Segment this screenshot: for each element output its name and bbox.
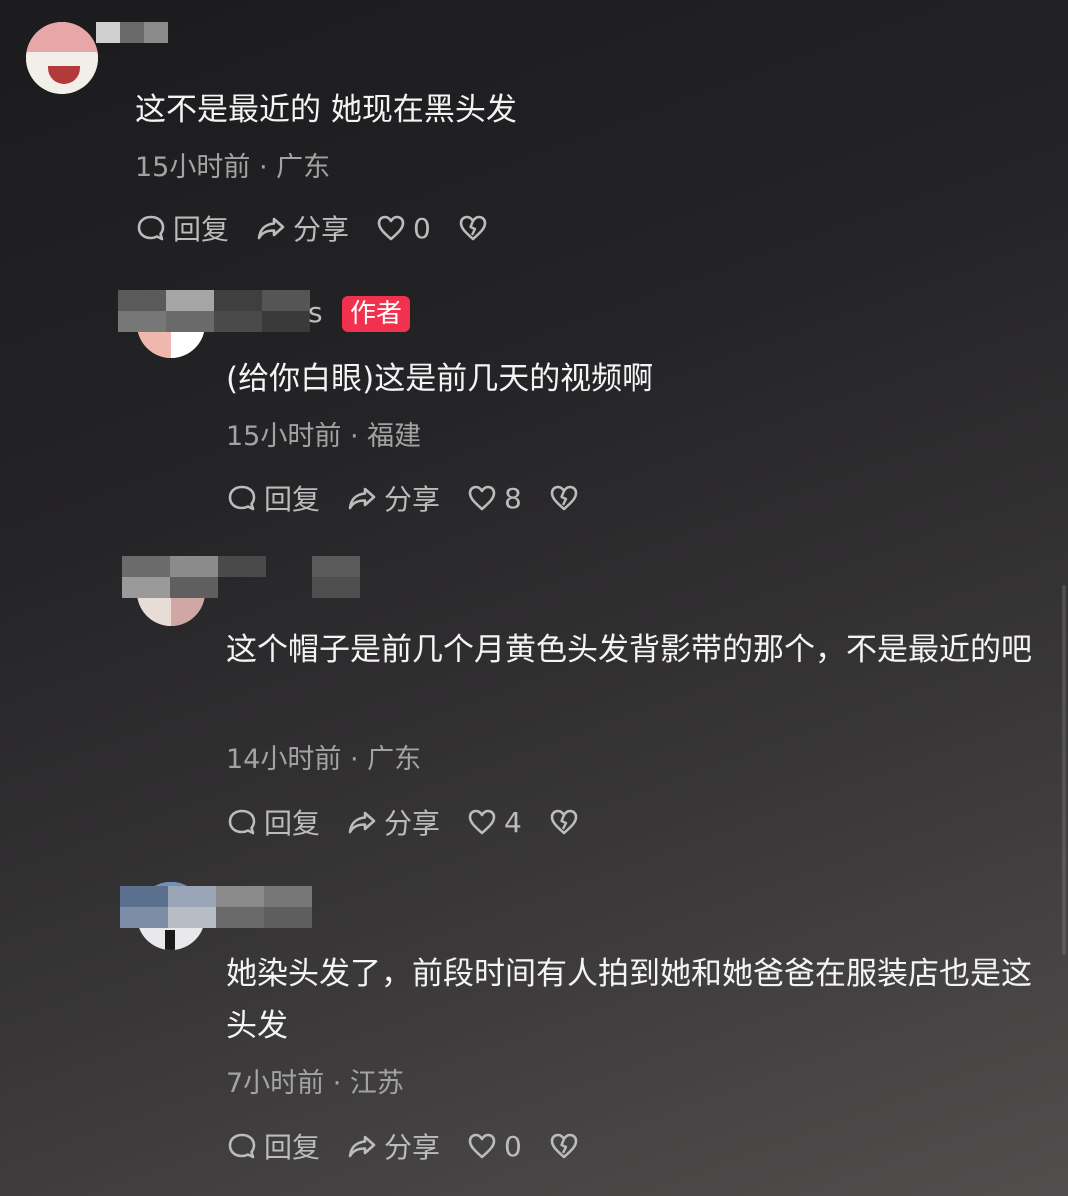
broken-heart-icon [459, 215, 487, 241]
username-pixel [122, 556, 170, 577]
share-button[interactable]: 分享 [346, 478, 440, 518]
heart-icon [468, 1133, 496, 1159]
author-badge: 作者 [342, 296, 411, 332]
share-label: 分享 [384, 1131, 441, 1164]
reply-button[interactable]: 回复 [226, 1126, 320, 1166]
like-count: 4 [504, 805, 522, 839]
username-pixel [120, 907, 168, 928]
broken-heart-icon [550, 1133, 578, 1159]
comment-actions: 回复 分享 8 [226, 478, 612, 518]
share-label: 分享 [384, 483, 441, 516]
username-pixel [166, 290, 214, 311]
reply-button[interactable]: 回复 [226, 478, 320, 518]
username-pixel [120, 886, 168, 907]
dislike-button[interactable] [457, 212, 495, 244]
comment-bubble-icon [228, 809, 256, 835]
share-button[interactable]: 分享 [346, 1126, 440, 1166]
comment-text: (给你白眼)这是前几天的视频啊 [226, 361, 654, 397]
reply-label: 回复 [173, 213, 230, 246]
like-count: 0 [504, 1129, 522, 1163]
comment-meta: 15小时前 · 福建 [226, 421, 422, 452]
like-button[interactable]: 8 [466, 482, 522, 515]
username-pixel [216, 886, 264, 907]
comment-actions: 回复 分享 0 [226, 1126, 612, 1166]
comment-bubble-icon [228, 485, 256, 511]
username-pixel [166, 311, 214, 332]
username-blurred[interactable] [122, 556, 362, 598]
username-pixel [122, 577, 170, 598]
share-arrow-icon [348, 487, 376, 510]
username-pixel [218, 556, 266, 577]
share-button[interactable]: 分享 [346, 802, 440, 842]
like-count: 0 [413, 211, 431, 245]
username-pixel [120, 22, 144, 43]
share-arrow-icon [257, 217, 285, 240]
dislike-button[interactable] [548, 482, 586, 514]
username-pixel [168, 886, 216, 907]
username-pixel [96, 22, 120, 43]
share-label: 分享 [293, 213, 350, 246]
username-pixel [214, 311, 262, 332]
comment-meta: 15小时前 · 广东 [135, 152, 331, 183]
share-button[interactable]: 分享 [255, 208, 349, 248]
username-pixel [264, 886, 312, 907]
username-blurred[interactable] [120, 886, 360, 928]
comment-text: 她染头发了，前段时间有人拍到她和她爸爸在服装店也是这头发 [226, 956, 1032, 1044]
username-pixel [170, 577, 218, 598]
comment-meta: 7小时前 · 江苏 [226, 1068, 404, 1099]
like-count: 8 [504, 481, 522, 515]
username-pixel [144, 22, 168, 43]
avatar[interactable] [26, 22, 98, 94]
comment-bubble-icon [137, 215, 165, 241]
username-pixel [262, 290, 310, 311]
comment-meta: 14小时前 · 广东 [226, 744, 422, 775]
reply-label: 回复 [264, 1131, 321, 1164]
username-pixel [170, 556, 218, 577]
broken-heart-icon [550, 809, 578, 835]
comment-bubble-icon [228, 1133, 256, 1159]
scrollbar[interactable] [1062, 585, 1066, 955]
share-label: 分享 [384, 807, 441, 840]
username-pixel [216, 907, 264, 928]
heart-icon [468, 485, 496, 511]
dislike-button[interactable] [548, 806, 586, 838]
comment-actions: 回复 分享 4 [226, 802, 612, 842]
avatar-pixel [165, 930, 175, 950]
username-suffix: s [308, 296, 323, 329]
username-pixel [168, 907, 216, 928]
like-button[interactable]: 0 [375, 212, 431, 245]
heart-icon [468, 809, 496, 835]
reply-button[interactable]: 回复 [226, 802, 320, 842]
broken-heart-icon [550, 485, 578, 511]
heart-icon [377, 215, 405, 241]
like-button[interactable]: 4 [466, 806, 522, 839]
username-pixel [118, 290, 166, 311]
reply-button[interactable]: 回复 [135, 208, 229, 248]
reply-label: 回复 [264, 807, 321, 840]
share-arrow-icon [348, 811, 376, 834]
share-arrow-icon [348, 1135, 376, 1158]
username-pixel [214, 290, 262, 311]
comment-text: 这不是最近的 她现在黑头发 [135, 92, 517, 128]
username-pixel [264, 907, 312, 928]
username-pixel [262, 311, 310, 332]
like-button[interactable]: 0 [466, 1130, 522, 1163]
dislike-button[interactable] [548, 1130, 586, 1162]
username-pixel [312, 577, 360, 598]
username-pixel [118, 311, 166, 332]
username-blurred[interactable] [96, 22, 336, 64]
avatar-pixel [26, 22, 98, 52]
comment-actions: 回复 分享 0 [135, 208, 521, 248]
reply-label: 回复 [264, 483, 321, 516]
comment-text: 这个帽子是前几个月黄色头发背影带的那个，不是最近的吧 [226, 632, 1032, 668]
username-pixel [312, 556, 360, 577]
